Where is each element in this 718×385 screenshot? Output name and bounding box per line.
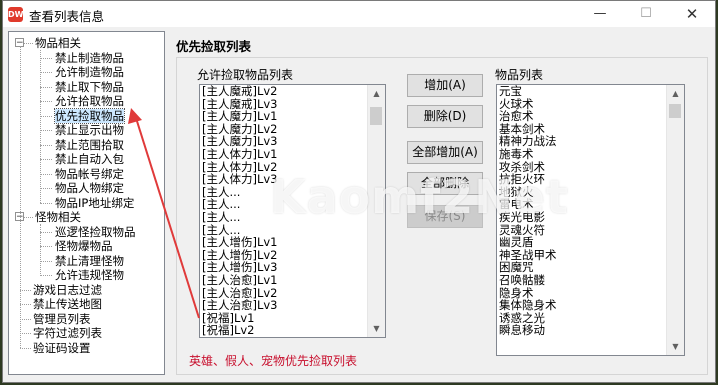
tree-item[interactable]: 禁止取下物品 — [55, 80, 124, 94]
tree-item[interactable]: 禁止范围拾取 — [55, 138, 124, 152]
category-tree[interactable]: − 物品相关 禁止制造物品 允许制造物品 禁止取下物品 允许拾取物品 优先捡取物品 禁止显示出… — [8, 31, 165, 375]
panel-title: 优先捡取列表 — [176, 39, 252, 54]
list-item[interactable]: [主人增伤]Lv1 — [200, 236, 385, 249]
tree-category[interactable]: 物品相关 — [35, 36, 81, 50]
tree-item[interactable]: 允许拾取物品 — [55, 94, 124, 108]
list-item[interactable]: 元宝 — [497, 85, 684, 98]
list-item[interactable]: 施毒术 — [497, 148, 684, 161]
scroll-thumb[interactable] — [370, 107, 382, 125]
tree-item[interactable]: 物品IP地址绑定 — [55, 196, 134, 210]
tree-item[interactable]: 物品人物绑定 — [55, 181, 124, 195]
list-item[interactable]: 瞬息移动 — [497, 324, 684, 337]
tree-item[interactable]: 验证码设置 — [33, 341, 91, 355]
tree-item[interactable]: 优先捡取物品 — [54, 107, 125, 124]
list-item[interactable]: [祝福]Lv3 — [200, 337, 385, 338]
window-title: 查看列表信息 — [29, 9, 105, 24]
tree-category[interactable]: 怪物相关 — [35, 210, 81, 224]
list-item[interactable]: [主人魔力]Lv1 — [200, 110, 385, 123]
items-list-label: 物品列表 — [495, 68, 544, 82]
hint-text: 英雄、假人、宠物优先捡取列表 — [189, 354, 358, 368]
list-item[interactable]: [祝福]Lv2 — [200, 324, 385, 337]
list-item[interactable]: 幽灵盾 — [497, 236, 684, 249]
scroll-up-icon[interactable]: ▲ — [667, 85, 684, 102]
list-item[interactable]: [主人体力]Lv1 — [200, 148, 385, 161]
scroll-down-icon[interactable]: ▼ — [368, 320, 385, 337]
close-button[interactable]: ✕ — [669, 1, 715, 27]
list-item[interactable]: 集体隐身术 — [497, 299, 684, 312]
tree-item[interactable]: 禁止自动入包 — [55, 152, 124, 166]
scroll-up-icon[interactable]: ▲ — [368, 85, 385, 102]
tree-item[interactable]: 允许制造物品 — [55, 65, 124, 79]
list-item[interactable]: [主人治愈]Lv1 — [200, 274, 385, 287]
scroll-thumb[interactable] — [669, 104, 681, 118]
add-button[interactable]: 增加(A) — [407, 74, 483, 97]
list-item[interactable]: [主人治愈]Lv3 — [200, 299, 385, 312]
tree-item[interactable]: 巡逻怪捡取物品 — [55, 225, 136, 239]
tree-item[interactable]: 游戏日志过滤 — [33, 283, 102, 297]
watermark: Kaomf2Net — [270, 170, 569, 224]
list-item[interactable]: 召唤骷髅 — [497, 274, 684, 287]
tree-item[interactable]: 物品帐号绑定 — [55, 167, 124, 181]
items-list-scrollbar[interactable]: ▲ ▼ — [666, 85, 684, 355]
minimize-button[interactable]: — — [577, 1, 623, 27]
scroll-down-icon[interactable]: ▼ — [667, 338, 684, 355]
delete-button[interactable]: 删除(D) — [407, 105, 483, 128]
tree-item[interactable]: 管理员列表 — [33, 312, 91, 326]
tree-item[interactable]: 禁止显示出物 — [55, 123, 124, 137]
tree-item[interactable]: 怪物爆物品 — [55, 239, 113, 253]
add-all-button[interactable]: 全部增加(A) — [407, 141, 483, 164]
tree-item[interactable]: 允许违规怪物 — [55, 268, 124, 282]
allowed-list-label: 允许捡取物品列表 — [197, 68, 294, 82]
list-item[interactable]: 治愈术 — [497, 110, 684, 123]
title-bar: DW 查看列表信息 — ☐ ✕ — [3, 1, 715, 27]
maximize-button[interactable]: ☐ — [623, 1, 669, 27]
tree-item[interactable]: 禁止制造物品 — [55, 51, 124, 65]
tree-item[interactable]: 禁止清理怪物 — [55, 254, 124, 268]
tree-item[interactable]: 字符过滤列表 — [33, 326, 102, 340]
list-item[interactable]: [主人魔戒]Lv2 — [200, 85, 385, 98]
app-icon: DW — [8, 7, 23, 22]
tree-item[interactable]: 禁止传送地图 — [33, 297, 102, 311]
